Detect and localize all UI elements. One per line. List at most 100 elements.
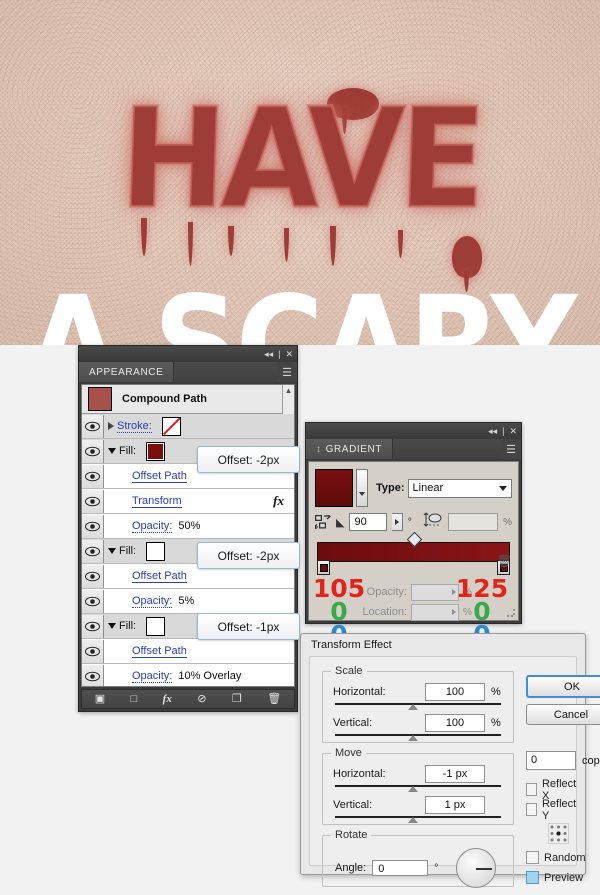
- reflect-x-checkbox[interactable]: [526, 783, 537, 796]
- aspect-ratio-input[interactable]: [447, 513, 499, 531]
- add-new-fill-icon[interactable]: □: [131, 693, 138, 705]
- reflect-y-row[interactable]: Reflect Y: [526, 798, 578, 822]
- object-swatch[interactable]: [88, 387, 112, 411]
- visibility-eye-icon[interactable]: [82, 414, 104, 438]
- tab-grip-icon: ↕: [316, 443, 322, 455]
- reverse-gradient-icon[interactable]: [313, 513, 331, 530]
- gradient-preview-swatch[interactable]: [315, 469, 353, 507]
- visibility-eye-icon[interactable]: [82, 664, 104, 686]
- visibility-eye-icon[interactable]: [82, 464, 104, 488]
- angle-stepper-icon[interactable]: [391, 513, 403, 531]
- visibility-eye-icon[interactable]: [82, 614, 104, 638]
- preview-row[interactable]: Preview: [526, 869, 586, 886]
- add-new-stroke-icon[interactable]: ▣: [95, 693, 105, 705]
- callout-offset-3-label: Offset: -1px: [217, 619, 280, 634]
- collapse-icon[interactable]: ◂◂: [264, 349, 273, 359]
- gradient-stop-left[interactable]: [317, 560, 330, 575]
- appearance-list[interactable]: ▲ ▼ Compound Path Stroke: Fi: [81, 384, 295, 687]
- tab-gradient[interactable]: ↕ GRADIENT: [306, 439, 394, 459]
- opacity-label[interactable]: Opacity:: [132, 670, 173, 683]
- resize-grip[interactable]: [506, 608, 516, 618]
- rotate-angle-dial[interactable]: [456, 848, 497, 888]
- collapse-arrow-icon[interactable]: [108, 448, 116, 454]
- scale-vertical-slider[interactable]: [335, 734, 501, 741]
- cancel-button[interactable]: Cancel: [526, 704, 600, 725]
- appearance-row-opacity-1[interactable]: Opacity: 50%: [82, 514, 294, 539]
- opacity-label[interactable]: Opacity:: [132, 520, 173, 533]
- appearance-tabrow: APPEARANCE ☰: [79, 362, 297, 382]
- gradient-slider[interactable]: [317, 531, 510, 575]
- ok-button[interactable]: OK: [526, 675, 600, 698]
- duplicate-item-icon[interactable]: ❐: [232, 693, 242, 705]
- clear-appearance-icon[interactable]: ⊘: [197, 693, 206, 705]
- close-icon[interactable]: ✕: [285, 349, 293, 359]
- close-icon[interactable]: ✕: [509, 426, 517, 436]
- delete-item-icon[interactable]: 🗑: [267, 693, 281, 705]
- move-vertical-slider[interactable]: [335, 816, 501, 823]
- rotate-angle-input[interactable]: 0: [372, 860, 429, 876]
- scroll-up-icon[interactable]: ▲: [283, 385, 294, 397]
- random-checkbox[interactable]: [526, 851, 539, 864]
- preview-checkbox[interactable]: [526, 871, 539, 884]
- fill-swatch[interactable]: [146, 441, 166, 461]
- callout-offset-2: Offset: -2px: [197, 542, 300, 569]
- transform-effect-dialog[interactable]: Transform Effect Scale Horizontal: 100 %…: [300, 633, 600, 888]
- appearance-footer-toolbar[interactable]: ▣ □ fx ⊘ ❐ 🗑: [81, 689, 295, 709]
- visibility-eye-icon[interactable]: [82, 639, 104, 663]
- tab-appearance[interactable]: APPEARANCE: [79, 362, 175, 382]
- add-new-effect-icon[interactable]: fx: [163, 693, 172, 705]
- stroke-swatch-none[interactable]: [161, 416, 181, 436]
- move-vertical-input[interactable]: 1 px: [425, 796, 485, 814]
- anchor-grid-icon[interactable]: [548, 823, 569, 844]
- visibility-eye-icon[interactable]: [82, 439, 104, 463]
- panel-menu-icon[interactable]: ☰: [501, 439, 521, 459]
- scale-vertical-input[interactable]: 100: [425, 714, 485, 732]
- gradient-type-select[interactable]: Linear: [407, 478, 512, 498]
- appearance-row-opacity-2[interactable]: Opacity: 5%: [82, 589, 294, 614]
- scale-horizontal-slider[interactable]: [335, 703, 501, 710]
- fx-icon[interactable]: fx: [273, 493, 284, 509]
- chevron-down-icon[interactable]: [499, 485, 507, 491]
- gradient-panel[interactable]: ◂◂ | ✕ ↕ GRADIENT ☰ Type: Linear ◣ 90 ° …: [305, 422, 522, 647]
- opacity-label[interactable]: Opacity:: [132, 595, 173, 608]
- paint-drip: [188, 222, 193, 266]
- appearance-row-transform[interactable]: Transform fx: [82, 489, 294, 514]
- reflect-y-checkbox[interactable]: [526, 803, 537, 816]
- random-row[interactable]: Random: [526, 849, 586, 866]
- visibility-eye-icon[interactable]: [82, 539, 104, 563]
- fill-label[interactable]: Fill:: [119, 445, 136, 457]
- appearance-row-opacity-3[interactable]: Opacity: 10% Overlay: [82, 664, 294, 686]
- offset-path-label[interactable]: Offset Path: [132, 570, 187, 583]
- panel-menu-icon[interactable]: ☰: [277, 362, 297, 382]
- reflect-x-row[interactable]: Reflect X: [526, 778, 578, 802]
- gradient-angle-input[interactable]: 90: [349, 513, 387, 531]
- appearance-panel[interactable]: ◂◂ | ✕ APPEARANCE ☰ ▲ ▼ Compound Path St…: [78, 345, 298, 712]
- fill-label[interactable]: Fill:: [119, 620, 136, 632]
- collapse-icon[interactable]: ◂◂: [488, 426, 497, 436]
- visibility-eye-icon[interactable]: [82, 489, 104, 513]
- copies-input[interactable]: 0: [526, 751, 576, 770]
- fill-swatch[interactable]: [146, 616, 166, 636]
- fill-label[interactable]: Fill:: [119, 545, 136, 557]
- appearance-row-stroke[interactable]: Stroke:: [82, 414, 294, 439]
- collapse-arrow-icon[interactable]: [108, 548, 116, 554]
- appearance-row-offset-path-3[interactable]: Offset Path: [82, 639, 294, 664]
- collapse-arrow-icon[interactable]: [108, 623, 116, 629]
- fill-swatch[interactable]: [146, 541, 166, 561]
- gradient-midpoint-handle[interactable]: [406, 531, 422, 548]
- delete-stop-icon[interactable]: 🗑: [497, 554, 512, 568]
- move-horizontal-input[interactable]: -1 px: [425, 765, 485, 783]
- expand-arrow-icon[interactable]: [108, 422, 114, 430]
- offset-path-label[interactable]: Offset Path: [132, 470, 187, 483]
- visibility-eye-icon[interactable]: [82, 514, 104, 538]
- visibility-eye-icon[interactable]: [82, 589, 104, 613]
- transform-label[interactable]: Transform: [132, 495, 182, 508]
- anchor-point-selector[interactable]: [548, 823, 569, 844]
- stroke-label[interactable]: Stroke:: [117, 420, 152, 433]
- opacity-value: 10% Overlay: [178, 670, 242, 682]
- gradient-presets-dropdown[interactable]: [356, 469, 368, 507]
- visibility-eye-icon[interactable]: [82, 564, 104, 588]
- offset-path-label[interactable]: Offset Path: [132, 645, 187, 658]
- move-horizontal-slider[interactable]: [335, 785, 501, 792]
- scale-horizontal-input[interactable]: 100: [425, 683, 485, 701]
